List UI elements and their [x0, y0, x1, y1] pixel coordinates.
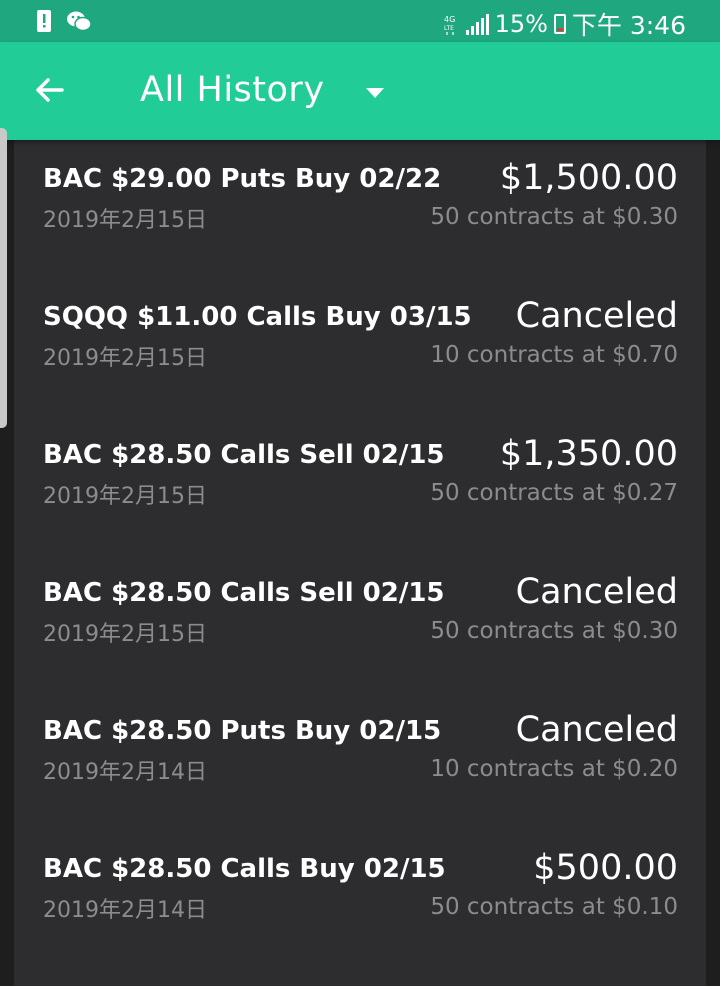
order-date: 2019年2月15日 — [43, 208, 207, 233]
signal-icon — [465, 14, 489, 35]
network-4g-icon: 4G LTE — [444, 15, 455, 35]
clock: 下午 3:46 — [571, 11, 686, 40]
history-item[interactable]: SQQQ $11.00 Calls Buy 03/15 2019年2月15日 C… — [14, 278, 706, 416]
order-detail: 10 contracts at $0.70 — [430, 342, 678, 368]
order-title: BAC $28.50 Puts Buy 02/15 — [43, 716, 442, 746]
order-date: 2019年2月15日 — [43, 484, 207, 509]
history-item[interactable]: BAC $29.00 Puts Buy 02/22 2019年2月15日 $1,… — [14, 140, 706, 278]
order-detail: 50 contracts at $0.10 — [430, 894, 678, 920]
svg-text:LTE: LTE — [444, 25, 454, 32]
order-title: BAC $28.50 Calls Sell 02/15 — [43, 578, 445, 608]
dropdown-arrow-icon[interactable] — [364, 86, 386, 100]
status-right: 4G LTE 15% 下午 3:46 — [443, 6, 686, 42]
order-amount: Canceled — [515, 710, 678, 750]
order-title: BAC $28.50 Calls Buy 02/15 — [43, 854, 446, 884]
history-item[interactable]: BAC $28.50 Puts Buy 02/15 2019年2月14日 Can… — [14, 692, 706, 830]
order-date: 2019年2月14日 — [43, 760, 207, 785]
scrollbar[interactable] — [0, 128, 7, 428]
svg-text:4G: 4G — [444, 15, 455, 24]
order-detail: 50 contracts at $0.30 — [430, 204, 678, 230]
order-amount: $1,500.00 — [499, 158, 678, 198]
page-title[interactable]: All History — [140, 70, 325, 110]
app-bar: All History — [0, 42, 720, 140]
order-title: BAC $29.00 Puts Buy 02/22 — [43, 164, 442, 194]
alert-icon — [37, 10, 51, 32]
history-item[interactable]: BAC $28.50 Calls Sell 02/15 2019年2月15日 $… — [14, 416, 706, 554]
order-date: 2019年2月15日 — [43, 346, 207, 371]
order-title: SQQQ $11.00 Calls Buy 03/15 — [43, 302, 472, 332]
wechat-icon — [67, 11, 92, 32]
status-bar: 4G LTE 15% 下午 3:46 — [0, 0, 720, 42]
order-amount: $1,350.00 — [499, 434, 678, 474]
order-detail: 50 contracts at $0.30 — [430, 618, 678, 644]
battery-icon — [553, 14, 566, 34]
history-item[interactable]: BAC $28.50 Calls Buy 02/15 2019年2月14日 $5… — [14, 830, 706, 968]
status-left-icons — [36, 9, 92, 33]
order-date: 2019年2月14日 — [43, 898, 207, 923]
order-amount: Canceled — [515, 296, 678, 336]
order-title: BAC $28.50 Calls Sell 02/15 — [43, 440, 445, 470]
order-amount: $500.00 — [533, 848, 678, 888]
history-list: BAC $29.00 Puts Buy 02/22 2019年2月15日 $1,… — [14, 140, 706, 986]
order-detail: 50 contracts at $0.27 — [430, 480, 678, 506]
history-item[interactable]: BAC $28.50 Calls Sell 02/15 2019年2月15日 C… — [14, 554, 706, 692]
battery-percent: 15% — [494, 10, 548, 38]
order-amount: Canceled — [515, 572, 678, 612]
order-date: 2019年2月15日 — [43, 622, 207, 647]
order-detail: 10 contracts at $0.20 — [430, 756, 678, 782]
back-arrow-icon[interactable] — [32, 72, 68, 108]
